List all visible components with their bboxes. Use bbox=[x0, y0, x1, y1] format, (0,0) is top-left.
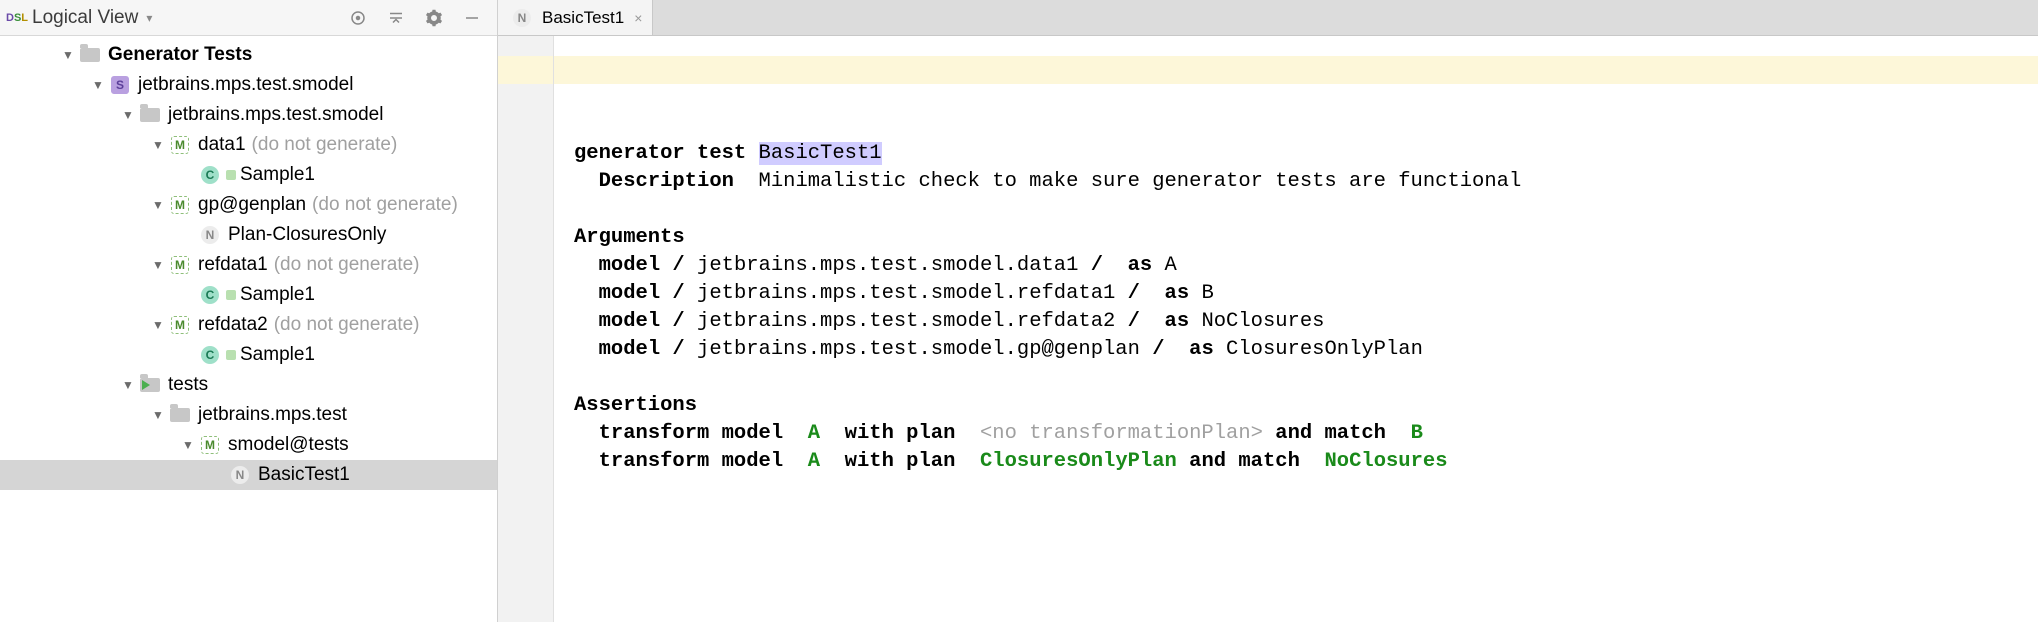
tests-folder-icon bbox=[140, 375, 160, 395]
model-icon: M bbox=[170, 135, 190, 155]
expand-arrow-icon[interactable]: ▼ bbox=[150, 138, 166, 152]
tree-label: Plan-ClosuresOnly bbox=[228, 224, 386, 246]
tree-node-tests-pkg[interactable]: ▼ jetbrains.mps.test bbox=[0, 400, 497, 430]
tree-label: jetbrains.mps.test.smodel bbox=[168, 104, 383, 126]
badge-icon bbox=[226, 350, 236, 360]
expand-arrow-icon[interactable]: ▼ bbox=[150, 258, 166, 272]
tree-label: tests bbox=[168, 374, 208, 396]
tree-label: refdata1 bbox=[198, 254, 268, 276]
model-icon: M bbox=[200, 435, 220, 455]
tree-node-gp[interactable]: ▼ M gp@genplan (do not generate) bbox=[0, 190, 497, 220]
folder-icon bbox=[80, 45, 100, 65]
project-header: DSL Logical View ▾ bbox=[0, 0, 497, 36]
minimize-icon[interactable] bbox=[459, 5, 485, 31]
tree-node-refdata2-sample1[interactable]: ▼ C Sample1 bbox=[0, 340, 497, 370]
tree-node-data1[interactable]: ▼ M data1 (do not generate) bbox=[0, 130, 497, 160]
tree-node-refdata1-sample1[interactable]: ▼ C Sample1 bbox=[0, 280, 497, 310]
expand-arrow-icon[interactable]: ▼ bbox=[60, 48, 76, 62]
tree-node-refdata1[interactable]: ▼ M refdata1 (do not generate) bbox=[0, 250, 497, 280]
project-view-selector[interactable]: Logical View bbox=[32, 7, 138, 29]
concept-icon: C bbox=[200, 165, 220, 185]
dsl-icon: DSL bbox=[6, 7, 28, 29]
tree-node-model-folder[interactable]: ▼ jetbrains.mps.test.smodel bbox=[0, 100, 497, 130]
expand-arrow-icon[interactable]: ▼ bbox=[120, 108, 136, 122]
model-icon: M bbox=[170, 255, 190, 275]
tree-node-refdata2[interactable]: ▼ M refdata2 (do not generate) bbox=[0, 310, 497, 340]
tree-annotation: (do not generate) bbox=[274, 314, 420, 336]
solution-icon: S bbox=[110, 75, 130, 95]
tree-label: smodel@tests bbox=[228, 434, 349, 456]
badge-icon bbox=[226, 170, 236, 180]
tree-label: jetbrains.mps.test bbox=[198, 404, 347, 426]
tree-node-data1-sample1[interactable]: ▼ C Sample1 bbox=[0, 160, 497, 190]
tree-node-tests-folder[interactable]: ▼ tests bbox=[0, 370, 497, 400]
tree-label: Sample1 bbox=[240, 284, 315, 306]
tree-annotation: (do not generate) bbox=[252, 134, 398, 156]
target-icon[interactable] bbox=[345, 5, 371, 31]
tree-label: jetbrains.mps.test.smodel bbox=[138, 74, 353, 96]
expand-arrow-icon[interactable]: ▼ bbox=[150, 318, 166, 332]
expand-arrow-icon[interactable]: ▼ bbox=[180, 438, 196, 452]
project-tree[interactable]: ▼ Generator Tests ▼ S jetbrains.mps.test… bbox=[0, 36, 497, 622]
model-icon: M bbox=[170, 195, 190, 215]
tree-node-plan-closuresonly[interactable]: ▼ N Plan-ClosuresOnly bbox=[0, 220, 497, 250]
model-icon: M bbox=[170, 315, 190, 335]
tree-label: Sample1 bbox=[240, 164, 315, 186]
tab-label: BasicTest1 bbox=[542, 8, 624, 28]
expand-arrow-icon[interactable]: ▼ bbox=[120, 378, 136, 392]
tree-annotation: (do not generate) bbox=[274, 254, 420, 276]
editor-gutter bbox=[498, 36, 554, 622]
folder-icon bbox=[170, 405, 190, 425]
project-tool-window: DSL Logical View ▾ ▼ Generator Tests bbox=[0, 0, 498, 622]
editor-tab-basictest1[interactable]: N BasicTest1 × bbox=[498, 0, 653, 35]
tree-node-solution[interactable]: ▼ S jetbrains.mps.test.smodel bbox=[0, 70, 497, 100]
chevron-down-icon[interactable]: ▾ bbox=[146, 11, 152, 25]
editor-area: N BasicTest1 × generator test BasicTest1… bbox=[498, 0, 2038, 622]
expand-arrow-icon[interactable]: ▼ bbox=[90, 78, 106, 92]
badge-icon bbox=[226, 290, 236, 300]
expand-arrow-icon[interactable]: ▼ bbox=[150, 198, 166, 212]
tree-node-basictest1[interactable]: ▼ N BasicTest1 bbox=[0, 460, 497, 490]
editor-tab-bar: N BasicTest1 × bbox=[498, 0, 2038, 36]
tree-annotation: (do not generate) bbox=[312, 194, 458, 216]
node-icon: N bbox=[200, 225, 220, 245]
tree-node-smodel-tests[interactable]: ▼ M smodel@tests bbox=[0, 430, 497, 460]
gear-icon[interactable] bbox=[421, 5, 447, 31]
tree-label: BasicTest1 bbox=[258, 464, 350, 486]
tree-label: Sample1 bbox=[240, 344, 315, 366]
tree-label: data1 bbox=[198, 134, 246, 156]
close-icon[interactable]: × bbox=[634, 10, 642, 26]
node-icon: N bbox=[512, 8, 532, 28]
concept-icon: C bbox=[200, 285, 220, 305]
tree-label: refdata2 bbox=[198, 314, 268, 336]
node-icon: N bbox=[230, 465, 250, 485]
tree-label: gp@genplan bbox=[198, 194, 306, 216]
collapse-all-icon[interactable] bbox=[383, 5, 409, 31]
concept-icon: C bbox=[200, 345, 220, 365]
tree-node-generator-tests[interactable]: ▼ Generator Tests bbox=[0, 40, 497, 70]
tree-label: Generator Tests bbox=[108, 44, 252, 66]
expand-arrow-icon[interactable]: ▼ bbox=[150, 408, 166, 422]
code-editor[interactable]: generator test BasicTest1 Description Mi… bbox=[554, 36, 2038, 622]
folder-icon bbox=[140, 105, 160, 125]
